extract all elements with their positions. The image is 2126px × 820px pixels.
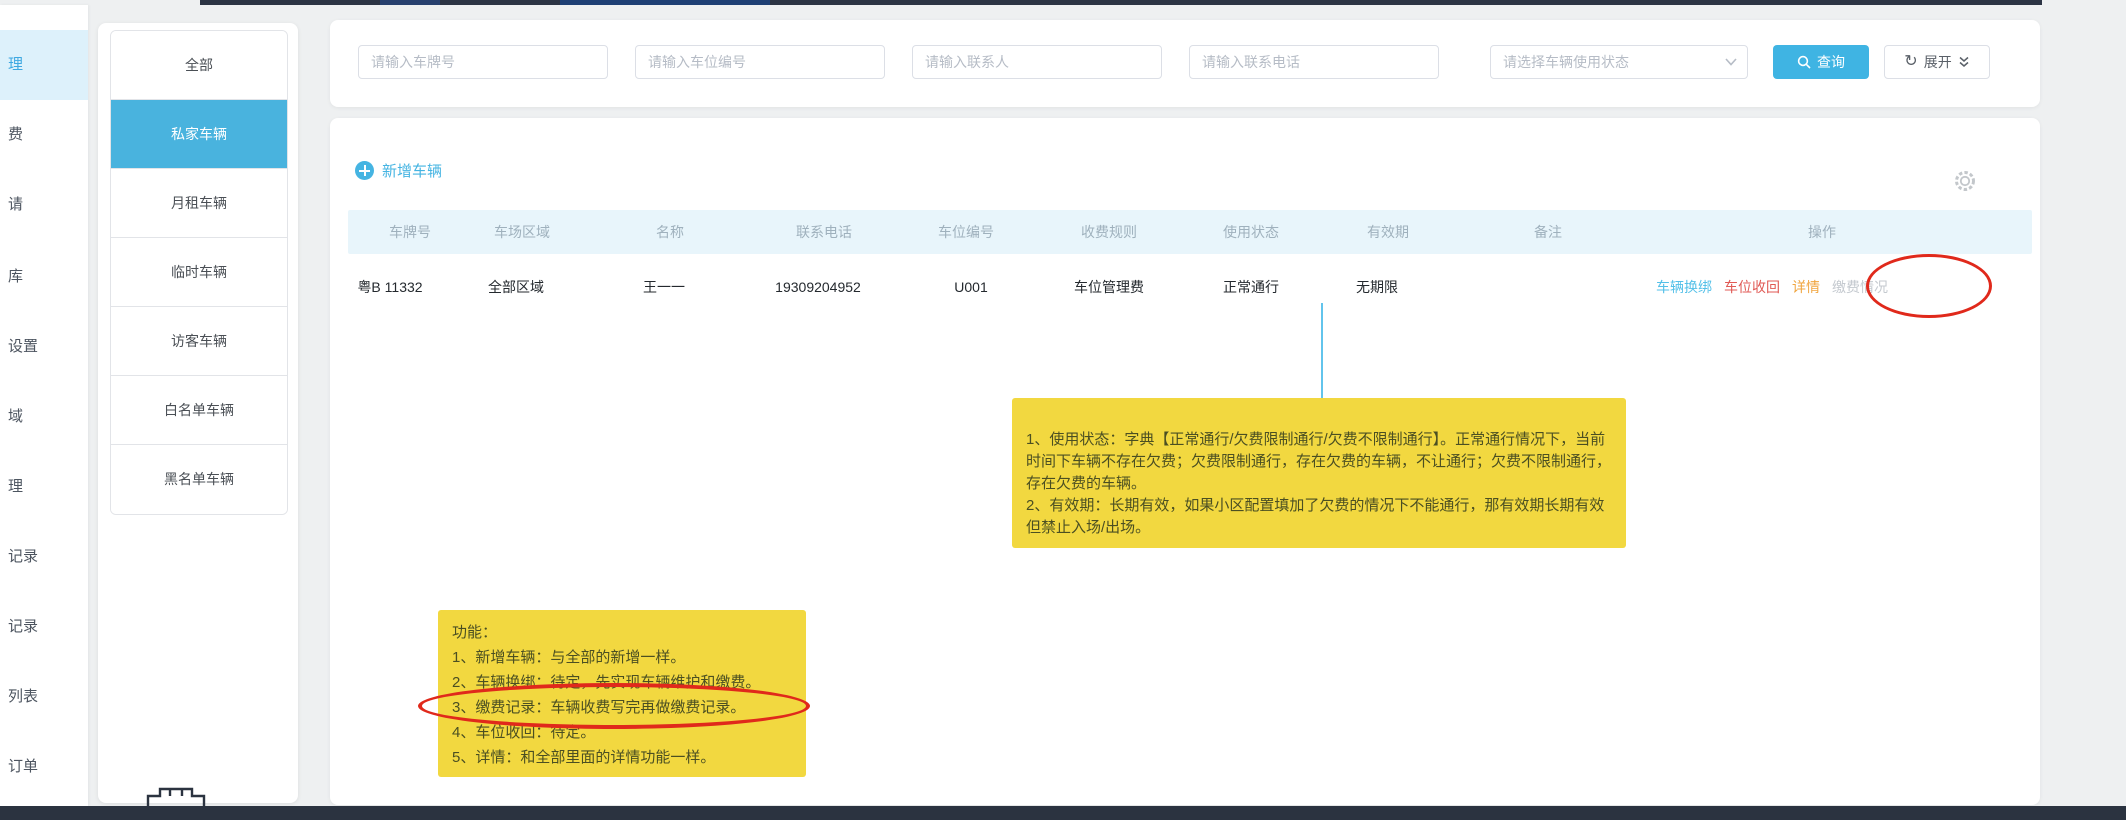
table-row: 粤B 11332 全部区域 王一一 19309204952 U001 车位管理费… [348, 254, 2032, 320]
sidebar-item-5[interactable]: 域 [0, 382, 88, 452]
clipped-background-icon [146, 787, 206, 806]
action-rebind-vehicle[interactable]: 车辆换绑 [1656, 277, 1712, 297]
action-payment-status[interactable]: 缴费情况 [1832, 277, 1888, 297]
th-phone: 联系电话 [796, 224, 852, 240]
tab-blacklist-vehicles[interactable]: 黑名单车辆 [111, 445, 287, 514]
th-remark: 备注 [1534, 224, 1562, 240]
search-button-label: 查询 [1817, 54, 1845, 70]
cell-area: 全部区域 [488, 279, 544, 295]
sidebar-item-3[interactable]: 库 [0, 242, 88, 312]
status-note-text: 1、使用状态：字典【正常通行/欠费限制通行/欠费不限制通行】。正常通行情况下，当… [1026, 431, 1612, 536]
th-name: 名称 [656, 224, 684, 240]
cell-rule: 车位管理费 [1074, 279, 1144, 295]
action-detail[interactable]: 详情 [1792, 277, 1820, 297]
cell-validity: 无期限 [1356, 279, 1398, 295]
th-validity: 有效期 [1367, 224, 1409, 240]
sidebar-item-6[interactable]: 理 [0, 452, 88, 522]
status-explanation-note: 1、使用状态：字典【正常通行/欠费限制通行/欠费不限制通行】。正常通行情况下，当… [1012, 398, 1626, 548]
gear-icon [1955, 171, 1975, 191]
contact-phone-input[interactable] [1189, 45, 1439, 79]
th-plate: 车牌号 [389, 224, 431, 240]
tab-visitor-vehicles[interactable]: 访客车辆 [111, 307, 287, 376]
feature-note-item: 1、新增车辆：与全部的新增一样。 [452, 649, 686, 666]
feature-list-note: 功能： 1、新增车辆：与全部的新增一样。 2、车辆换绑：待定，先实现车辆维护和缴… [438, 610, 806, 777]
vehicle-category-tabs: 全部 私家车辆 月租车辆 临时车辆 访客车辆 白名单车辆 黑名单车辆 [110, 30, 288, 515]
sidebar-nav: 理 费 请 库 设置 域 理 记录 记录 列表 订单 [0, 5, 88, 806]
sidebar-item-0[interactable]: 理 [0, 30, 88, 100]
sidebar-item-9[interactable]: 列表 [0, 662, 88, 732]
sidebar-item-7[interactable]: 记录 [0, 522, 88, 592]
sidebar-item-label: 理 [8, 478, 24, 495]
search-filter-bar: 请选择车辆使用状态 查询 ↻ 展开 [330, 20, 2040, 107]
sidebar-item-label: 订单 [8, 758, 39, 775]
expand-button-label: 展开 [1923, 54, 1952, 70]
feature-note-item: 4、车位收回：待定。 [452, 724, 596, 741]
search-button[interactable]: 查询 [1773, 45, 1869, 79]
contact-name-input[interactable] [912, 45, 1162, 79]
th-actions: 操作 [1808, 224, 1836, 240]
vehicle-category-panel: 全部 私家车辆 月租车辆 临时车辆 访客车辆 白名单车辆 黑名单车辆 [98, 23, 298, 803]
browser-top-edge [200, 0, 2042, 5]
vehicle-status-select[interactable]: 请选择车辆使用状态 [1490, 45, 1748, 79]
sidebar-item-label: 记录 [8, 548, 39, 565]
add-vehicle-label: 新增车辆 [382, 163, 443, 180]
space-number-input[interactable] [635, 45, 885, 79]
sidebar-item-1[interactable]: 费 [0, 100, 88, 170]
double-chevron-down-icon [1959, 56, 1969, 67]
tab-whitelist-vehicles[interactable]: 白名单车辆 [111, 376, 287, 445]
sidebar-item-label: 记录 [8, 618, 39, 635]
sidebar-item-8[interactable]: 记录 [0, 592, 88, 662]
column-settings-button[interactable] [1952, 168, 1978, 199]
tab-monthly-vehicles[interactable]: 月租车辆 [111, 169, 287, 238]
expand-button[interactable]: ↻ 展开 [1884, 45, 1990, 79]
sidebar-item-label: 设置 [8, 338, 39, 355]
row-actions: 车辆换绑 车位收回 详情 缴费情况 [1656, 254, 1888, 320]
add-vehicle-button[interactable]: 新增车辆 [355, 160, 442, 181]
tab-temporary-vehicles[interactable]: 临时车辆 [111, 238, 287, 307]
feature-note-title: 功能： [452, 624, 498, 641]
sidebar-item-label: 域 [8, 408, 24, 425]
sidebar-item-2[interactable]: 请 [0, 170, 88, 240]
action-reclaim-space[interactable]: 车位收回 [1724, 277, 1780, 297]
feature-note-item: 2、车辆换绑：待定，先实现车辆维护和缴费。 [452, 674, 761, 691]
table-header-row: 车牌号 车场区域 名称 联系电话 车位编号 收费规则 使用状态 有效期 备注 操… [348, 210, 2032, 254]
th-area: 车场区域 [494, 224, 550, 240]
cell-status: 正常通行 [1223, 279, 1279, 295]
cell-plate: 粤B 11332 [357, 279, 423, 295]
chevron-down-icon [1725, 58, 1737, 66]
plate-number-input[interactable] [358, 45, 608, 79]
cell-name: 王一一 [643, 279, 685, 295]
tab-private-vehicles[interactable]: 私家车辆 [111, 100, 287, 169]
sidebar-item-label: 理 [8, 56, 24, 73]
th-rule: 收费规则 [1081, 224, 1137, 240]
vehicle-status-select-placeholder: 请选择车辆使用状态 [1503, 54, 1629, 70]
sidebar-item-label: 费 [8, 126, 24, 143]
search-icon [1797, 55, 1811, 69]
cell-phone: 19309204952 [775, 279, 861, 295]
feature-note-item: 5、详情：和全部里面的详情功能一样。 [452, 749, 716, 766]
tab-all-vehicles[interactable]: 全部 [111, 31, 287, 100]
cell-space: U001 [954, 279, 988, 295]
refresh-icon: ↻ [1904, 53, 1918, 70]
sidebar-item-label: 库 [8, 268, 24, 285]
feature-note-item: 3、缴费记录：车辆收费写完再做缴费记录。 [452, 699, 746, 716]
browser-top-edge-segment [380, 0, 440, 5]
th-space: 车位编号 [938, 224, 994, 240]
browser-top-edge-segment [560, 0, 770, 5]
sidebar-item-label: 请 [8, 196, 24, 213]
vehicle-management-page: 理 费 请 库 设置 域 理 记录 记录 列表 订单 全部 私家车辆 月租车辆 … [0, 0, 2126, 820]
sidebar-item-4[interactable]: 设置 [0, 312, 88, 382]
sidebar-item-10[interactable]: 订单 [0, 732, 88, 802]
plus-icon [355, 161, 374, 180]
th-status: 使用状态 [1223, 224, 1279, 240]
annotation-connector-line [1321, 303, 1323, 398]
bottom-task-bar [0, 806, 2126, 820]
sidebar-item-label: 列表 [8, 688, 39, 705]
